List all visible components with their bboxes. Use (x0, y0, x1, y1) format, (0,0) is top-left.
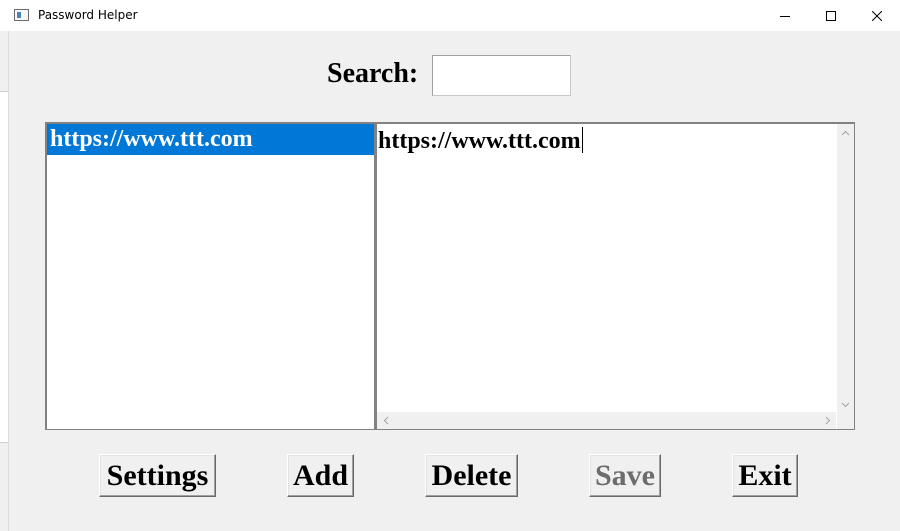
search-label: Search: (327, 58, 419, 89)
client-area: Search: https://www.ttt.com https://www.… (9, 31, 891, 522)
close-button[interactable] (854, 0, 900, 31)
exit-button[interactable]: Exit (732, 454, 798, 497)
app-window-icon (14, 9, 29, 21)
window-controls (762, 0, 900, 31)
app-window: Password Helper Search: https://www.ttt.… (0, 0, 900, 531)
site-listbox[interactable]: https://www.ttt.com (45, 122, 375, 430)
window-title: Password Helper (38, 8, 138, 22)
maximize-icon (826, 10, 836, 21)
add-button[interactable]: Add (287, 454, 354, 497)
background-window-edge (0, 31, 9, 531)
detail-textarea[interactable]: https://www.ttt.com (375, 122, 855, 430)
horizontal-scrollbar[interactable] (377, 412, 836, 429)
scroll-down-icon[interactable] (837, 396, 854, 413)
detail-text: https://www.ttt.com (378, 128, 581, 154)
detail-text-line: https://www.ttt.com (378, 126, 583, 156)
site-list-item[interactable]: https://www.ttt.com (47, 124, 374, 155)
vertical-scrollbar[interactable] (837, 124, 854, 413)
scroll-up-icon[interactable] (837, 124, 854, 141)
delete-button[interactable]: Delete (425, 454, 518, 497)
save-button[interactable]: Save (589, 454, 661, 497)
minimize-button[interactable] (762, 0, 808, 31)
search-input[interactable] (432, 55, 571, 96)
settings-button[interactable]: Settings (99, 454, 216, 497)
scroll-right-icon[interactable] (819, 412, 836, 429)
title-bar[interactable]: Password Helper (0, 0, 900, 31)
background-window-strip (0, 91, 8, 443)
maximize-button[interactable] (808, 0, 854, 31)
scrollbar-corner (837, 412, 854, 429)
text-caret (581, 127, 583, 153)
close-icon (872, 10, 882, 21)
scroll-left-icon[interactable] (377, 412, 394, 429)
minimize-icon (780, 15, 790, 17)
